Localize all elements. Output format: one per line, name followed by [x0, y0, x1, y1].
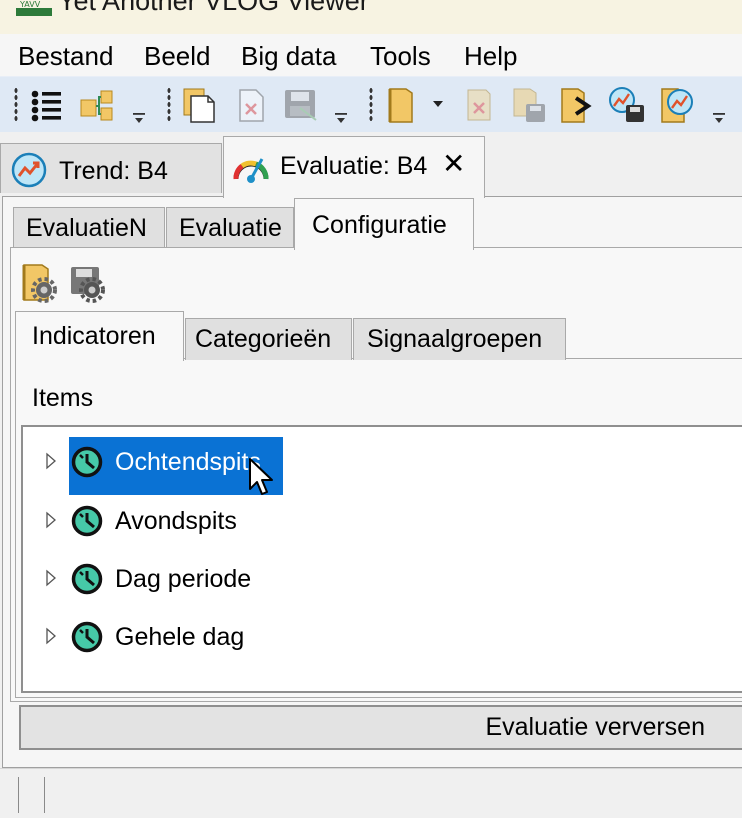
open-folder-icon[interactable] [384, 86, 422, 124]
menu-bestand[interactable]: Bestand [18, 41, 113, 72]
tree-item-dag-periode[interactable]: Dag periode [23, 551, 742, 603]
menu-bar: Bestand Beeld Big data Tools Help [0, 34, 742, 76]
items-label: Items [32, 384, 94, 412]
svg-text:YAVV: YAVV [19, 0, 41, 9]
tab-signaalgroepen[interactable]: Signaalgroepen [353, 318, 566, 360]
toolbar-grip[interactable] [167, 87, 171, 123]
toolbar [0, 76, 742, 132]
tab-evaluatie[interactable]: Evaluatie [166, 207, 294, 249]
tab-evaluatie-label: Evaluatie: B4 [280, 152, 428, 180]
list-icon[interactable] [26, 86, 64, 124]
tab-trend-b4[interactable]: Trend: B4 [0, 143, 222, 193]
status-separator [44, 777, 45, 813]
menu-help[interactable]: Help [464, 41, 517, 72]
tab-configuratie[interactable]: Configuratie [294, 198, 474, 250]
open-chart-icon[interactable] [658, 86, 696, 124]
expand-chevron-icon[interactable] [45, 511, 57, 529]
toolbar-overflow-icon[interactable] [712, 111, 726, 125]
close-tab-icon[interactable]: ✕ [442, 147, 465, 180]
app-logo-icon: YAVV [16, 0, 52, 16]
tree-item-label: Avondspits [115, 507, 237, 535]
clock-icon [71, 505, 103, 537]
items-tree[interactable]: Ochtendspits Avondspits Dag periode Gehe… [21, 425, 742, 693]
toolbar-grip[interactable] [14, 87, 18, 123]
open-config-folder-icon[interactable] [20, 262, 60, 304]
tree-item-label: Ochtendspits [115, 448, 261, 476]
window-title: Yet Another VLOG Viewer [58, 0, 369, 16]
save-as-icon [513, 88, 545, 122]
save-icon [285, 90, 317, 121]
dropdown-arrow-icon[interactable] [426, 86, 450, 124]
clock-icon [71, 446, 103, 478]
expand-chevron-icon[interactable] [45, 627, 57, 645]
tree-item-label: Gehele dag [115, 623, 245, 651]
toolbar-overflow-icon[interactable] [334, 111, 348, 125]
toolbar-grip[interactable] [369, 87, 373, 123]
save-chart-icon[interactable] [608, 86, 646, 124]
title-bar: YAVV Yet Another VLOG Viewer [0, 0, 742, 34]
export-icon[interactable] [558, 86, 596, 124]
tab-trend-label: Trend: B4 [59, 157, 168, 185]
status-bar [0, 768, 742, 818]
new-document-icon[interactable] [180, 86, 218, 124]
clock-icon [71, 621, 103, 653]
menu-beeld[interactable]: Beeld [144, 41, 211, 72]
tab-evaluatien[interactable]: EvaluatieN [13, 207, 165, 249]
delete-icon [467, 89, 491, 121]
evaluatie-verversen-button[interactable]: Evaluatie verversen [19, 705, 742, 750]
trend-chart-icon [11, 152, 47, 188]
tab-evaluatie-b4[interactable]: Evaluatie: B4 ✕ [223, 136, 485, 198]
clock-icon [71, 563, 103, 595]
tab-categorieen[interactable]: Categorieën [185, 318, 352, 360]
menu-tools[interactable]: Tools [370, 41, 431, 72]
tree-item-gehele-dag[interactable]: Gehele dag [23, 609, 742, 661]
gauge-icon [233, 158, 269, 183]
tree-item-label: Dag periode [115, 565, 252, 593]
toolbar-overflow-icon[interactable] [132, 111, 146, 125]
tree-item-ochtendspits[interactable]: Ochtendspits [23, 434, 742, 495]
tab-indicatoren[interactable]: Indicatoren [15, 311, 184, 361]
menu-big-data[interactable]: Big data [241, 41, 336, 72]
refresh-button-label: Evaluatie verversen [485, 713, 705, 741]
close-document-icon [239, 89, 264, 122]
expand-chevron-icon[interactable] [45, 569, 57, 587]
tree-structure-icon[interactable] [78, 86, 116, 124]
save-config-icon[interactable] [68, 264, 108, 304]
expand-chevron-icon[interactable] [45, 452, 57, 470]
tree-item-avondspits[interactable]: Avondspits [23, 493, 742, 545]
status-separator [18, 777, 19, 813]
mouse-cursor-icon [249, 458, 273, 495]
